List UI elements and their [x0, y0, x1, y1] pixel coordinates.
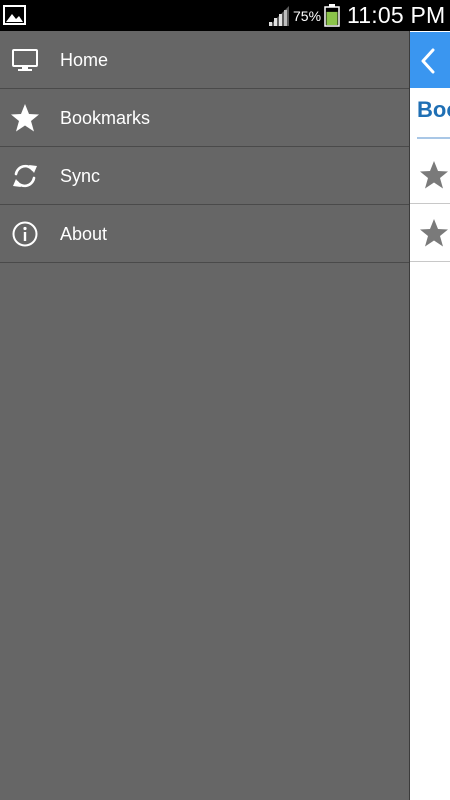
app-screen: 75% 11:05 PM Bookmarks	[0, 0, 450, 800]
title-divider	[417, 137, 450, 139]
monitor-icon	[12, 49, 38, 71]
drawer-item-label: Home	[60, 50, 109, 70]
bookmark-row[interactable]	[410, 204, 450, 262]
sync-icon	[13, 164, 37, 188]
drawer-item-bookmarks[interactable]: Bookmarks	[0, 89, 409, 147]
chevron-left-icon[interactable]	[420, 48, 436, 74]
info-icon	[12, 221, 38, 247]
drawer-item-sync[interactable]: Sync	[0, 147, 409, 205]
star-icon	[420, 219, 448, 247]
star-icon	[420, 161, 448, 189]
drawer-item-label: Sync	[60, 166, 101, 186]
main-header	[410, 32, 450, 88]
drawer-item-label: Bookmarks	[60, 108, 151, 128]
drawer-item-home[interactable]: Home	[0, 31, 409, 89]
main-page: Bookmarks	[410, 31, 450, 800]
drawer-item-about[interactable]: About	[0, 205, 409, 263]
star-icon	[11, 104, 39, 132]
bookmark-row[interactable]	[410, 146, 450, 204]
drawer-edge-divider	[409, 31, 410, 800]
status-bar: 75% 11:05 PM	[0, 0, 450, 31]
battery-percent: 75%	[293, 8, 322, 24]
signal-icon	[269, 6, 289, 26]
navigation-drawer: Home Bookmarks Sync About	[0, 31, 409, 800]
page-title: Bookmarks	[417, 97, 450, 122]
status-time: 11:05 PM	[347, 2, 446, 28]
image-icon	[3, 5, 26, 25]
drawer-item-label: About	[60, 224, 108, 244]
battery-icon	[324, 4, 340, 27]
